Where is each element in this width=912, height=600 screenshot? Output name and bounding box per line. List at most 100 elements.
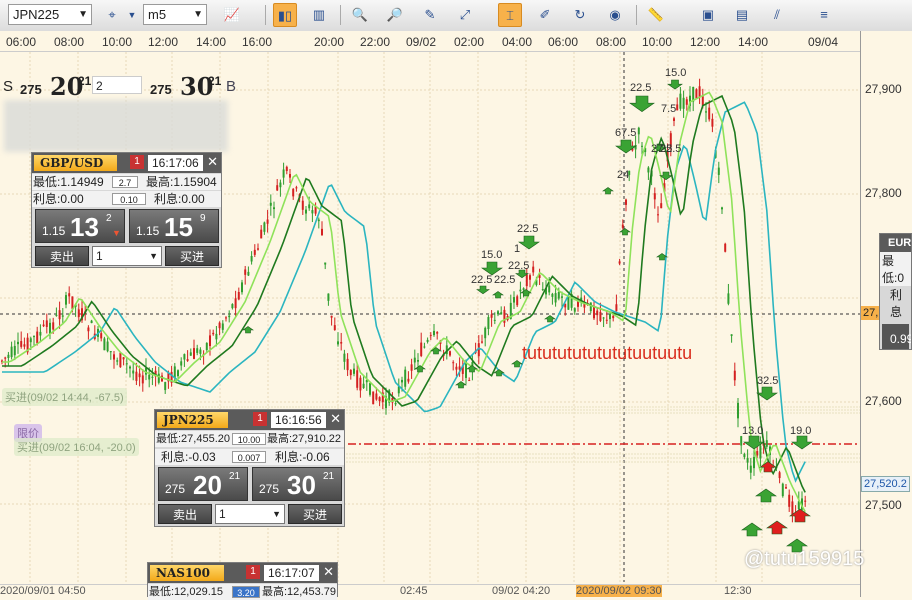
candle-body [276, 185, 279, 191]
candle-body [561, 296, 563, 298]
panel-symbol[interactable]: EUR [880, 234, 911, 252]
spread-value: 2.7 [112, 176, 138, 188]
candle-body [605, 319, 608, 321]
lot-value[interactable]: 0.007 [232, 451, 266, 463]
candle-body [682, 97, 685, 109]
candle-body [116, 360, 119, 362]
buy-quote-button[interactable]: 275 30 21 [252, 467, 342, 501]
candle-body [705, 111, 707, 113]
candle-body [375, 393, 378, 400]
template-icon[interactable]: ▤ [730, 3, 754, 27]
bottom-tick: 12:30 [724, 585, 752, 597]
candle-body [679, 93, 682, 109]
panel-header: JPN225 1 16:16:56 ✕ [155, 410, 344, 430]
candle-body [61, 315, 64, 317]
zoom-fit-icon[interactable]: ⤢ [453, 3, 477, 27]
time-tick: 06:00 [548, 35, 579, 49]
candle-body [132, 370, 135, 374]
lot-value[interactable]: 0.10 [112, 193, 146, 205]
zoom-in-icon[interactable]: 🔍 [348, 3, 372, 27]
chart-type-icon[interactable]: 📈 [220, 3, 244, 27]
candle-body [637, 127, 640, 135]
draw-icon[interactable]: ✎ [418, 3, 442, 27]
ruler-icon[interactable]: 📏 [644, 3, 668, 27]
qty-select[interactable]: 1 ▼ [215, 504, 285, 524]
candle-body [36, 331, 39, 344]
chevron-down-icon[interactable]: ▼ [120, 3, 144, 27]
high-price: 最高:27,910.22 [267, 433, 341, 445]
quantity-input[interactable]: 2 [92, 76, 142, 94]
sell-button[interactable]: 卖出 [158, 504, 212, 524]
sell-quote-button[interactable]: 1.15 13 2 ▼ [35, 209, 125, 243]
candle-body [39, 331, 42, 336]
candle-body [292, 188, 295, 197]
chevron-down-icon: ▼ [272, 509, 281, 519]
price-tick: 27,600 [865, 394, 902, 408]
order-label[interactable]: 买进(09/02 16:04, -20.0) [14, 438, 139, 456]
candle-body [266, 219, 269, 224]
candle-body [522, 288, 525, 291]
candle-body [157, 373, 160, 383]
candlestick-icon[interactable]: ▮▯ [273, 3, 297, 27]
close-icon[interactable]: ✕ [330, 411, 341, 427]
panel-symbol[interactable]: NAS100 [150, 565, 224, 581]
refresh-icon[interactable]: ↻ [568, 3, 592, 27]
globe-icon[interactable]: ◉ [603, 3, 627, 27]
close-icon[interactable]: ✕ [207, 154, 218, 170]
close-icon[interactable]: 1 [130, 155, 144, 169]
zoom-out-icon[interactable]: 🔎 [383, 3, 407, 27]
candle-body [135, 371, 138, 381]
qty-select[interactable]: 1 ▼ [92, 246, 162, 266]
candle-body [410, 364, 413, 371]
close-icon[interactable]: 1 [246, 565, 260, 579]
bottom-tick: 02:45 [400, 585, 428, 597]
close-icon[interactable]: ✕ [323, 564, 334, 580]
candle-body [433, 330, 435, 336]
order-label[interactable]: 买进(09/02 14:44, -67.5) [2, 388, 127, 406]
panel-symbol[interactable]: GBP/USD [34, 155, 118, 171]
candle-body [311, 210, 314, 214]
image-icon[interactable]: ▣ [696, 3, 720, 27]
symbol-select[interactable]: JPN225 ▼ [8, 4, 92, 25]
menu-icon[interactable]: ≡ [812, 3, 836, 27]
candle-body [212, 332, 215, 335]
lines-icon[interactable]: ⫽ [765, 3, 789, 27]
bottom-time-axis: 2020/09/01 04:50 02:45 09/02 04:20 2020/… [0, 584, 860, 598]
buy-prefix: 275 [259, 482, 280, 496]
signal-label: 22.5 [494, 274, 516, 286]
time-tick: 06:00 [6, 35, 37, 49]
buy-button[interactable]: 买进 [288, 504, 342, 524]
time-axis: 06:00 08:00 10:00 12:00 14:00 16:00 20:0… [0, 31, 860, 52]
candle-body [369, 383, 371, 395]
buy-quote-button[interactable]: 1.15 15 9 [129, 209, 219, 243]
candle-body [346, 358, 349, 371]
candle-body [573, 308, 576, 312]
interest-label: 利息 [890, 288, 903, 319]
candle-body [468, 380, 471, 382]
candle-body [269, 202, 272, 206]
candle-body [301, 200, 304, 210]
sell-quote-button[interactable]: 0.99 [882, 324, 911, 349]
buy-price-prefix: 275 [150, 82, 172, 97]
edit-icon[interactable]: ✐ [533, 3, 557, 27]
candle-body [449, 351, 451, 356]
panel-symbol[interactable]: JPN225 [157, 412, 228, 428]
candle-body [327, 293, 330, 301]
trade-panel-nas100: NAS100 1 16:17:07 ✕ 最低:12,029.15 3.20 最高… [147, 562, 338, 600]
candle-body [330, 315, 333, 318]
crosshair-icon[interactable]: ⌶ [498, 3, 522, 27]
timeframe-select[interactable]: m5 ▼ [143, 4, 207, 25]
buy-sup: 9 [200, 213, 206, 224]
close-icon[interactable]: 1 [253, 412, 267, 426]
time-tick: 08:00 [596, 35, 627, 49]
candle-body [481, 341, 483, 343]
sell-quote-button[interactable]: 275 20 21 [158, 467, 248, 501]
qty-value: 1 [96, 249, 103, 263]
trade-panel-gbpusd: GBP/USD 1 16:17:06 ✕ 最低:1.14949 2.7 最高:1… [31, 152, 222, 268]
panel-time: 16:17:06 [148, 155, 203, 171]
buy-button[interactable]: 买进 [165, 246, 219, 266]
buy-big: 15 [164, 212, 193, 242]
sell-button[interactable]: 卖出 [35, 246, 89, 266]
timeframe-value: m5 [148, 7, 167, 22]
bar-chart-icon[interactable]: ▥ [307, 3, 331, 27]
